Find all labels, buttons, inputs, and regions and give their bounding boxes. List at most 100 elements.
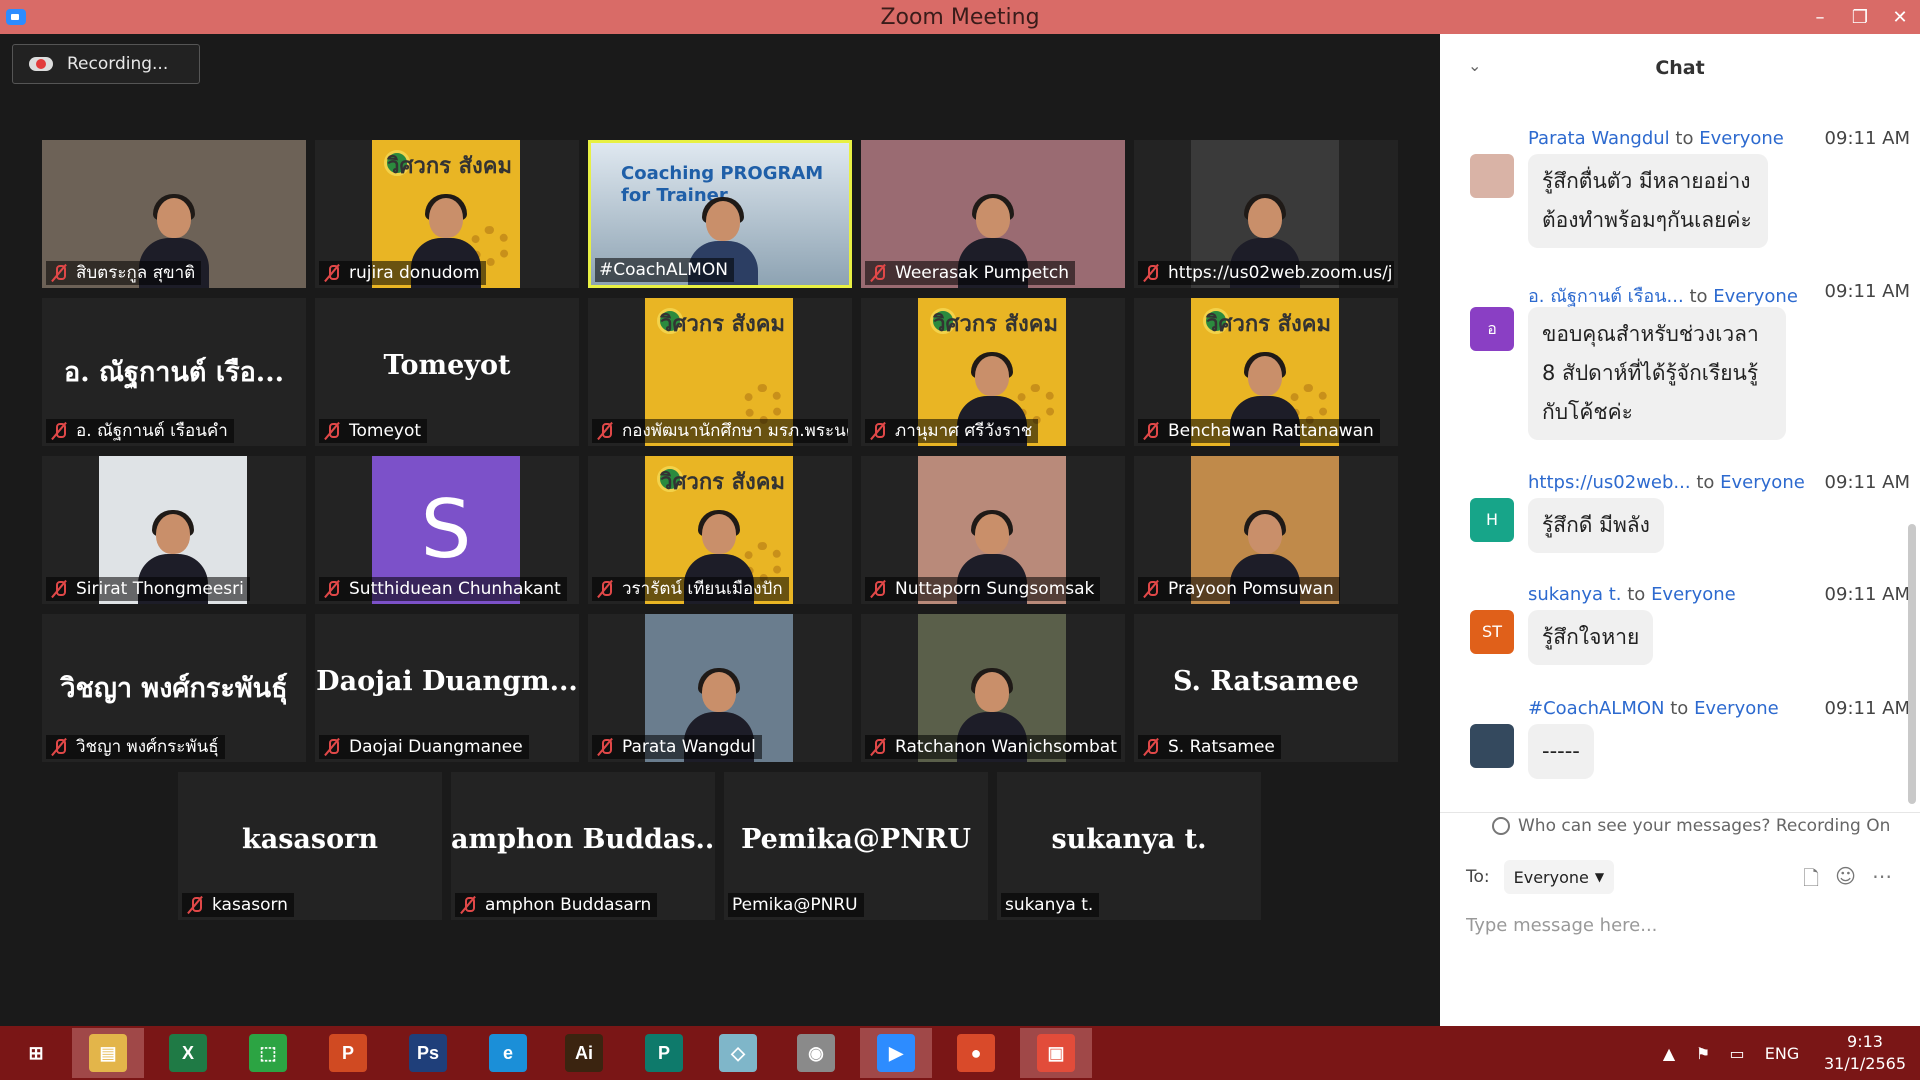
taskbar-zoom[interactable]: ▶ (860, 1028, 932, 1078)
message-bubble[interactable]: รู้สึกใจหาย (1528, 610, 1654, 665)
recording-indicator[interactable]: Recording... (12, 44, 200, 84)
to-label: To: (1466, 867, 1490, 887)
action-center-flag-icon[interactable]: ⚑ (1686, 1044, 1720, 1063)
sender-name[interactable]: #CoachALMON (1528, 698, 1665, 719)
participant-name-label: ภานุมาศ ศรีวังราช (865, 419, 1039, 443)
poster-text: วิศวกร สังคม (387, 153, 512, 179)
participant-tile[interactable]: Nuttaporn Sungsomsak (861, 456, 1125, 604)
recipient-name[interactable]: Everyone (1699, 128, 1784, 149)
taskbar-start[interactable]: ⊞ (0, 1028, 72, 1078)
participant-tile[interactable]: https://us02web.zoom.us/j... (1134, 140, 1398, 288)
participant-tile[interactable]: kasasorn kasasorn (178, 772, 442, 920)
avatar[interactable]: อ (1470, 307, 1514, 351)
participant-name-label: กองพัฒนานักศึกษา มรภ.พระนคร (592, 419, 848, 443)
participant-tile[interactable]: Ratchanon Wanichsombat (861, 614, 1125, 762)
tray-chevron-icon[interactable]: ▲ (1652, 1044, 1686, 1063)
taskbar-photoscape[interactable]: ◉ (780, 1028, 852, 1078)
participant-tile[interactable]: amphon Buddas... amphon Buddasarn (451, 772, 715, 920)
participant-name: Parata Wangdul (622, 737, 756, 757)
taskbar-excel[interactable]: X (152, 1028, 224, 1078)
participant-tile[interactable]: Prayoon Pomsuwan (1134, 456, 1398, 604)
participant-tile[interactable]: Pemika@PNRU Pemika@PNRU (724, 772, 988, 920)
participant-name-label: #CoachALMON (595, 258, 734, 282)
message-bubble[interactable]: ----- (1528, 724, 1594, 779)
participant-tile[interactable]: S Sutthiduean Chunhakant (315, 456, 579, 604)
participant-tile[interactable]: วิศวกร สังคมวรารัตน์ เทียนเมืองปัก (588, 456, 852, 604)
participant-tile[interactable]: Daojai Duangm... Daojai Duangmanee (315, 614, 579, 762)
publisher-icon: P (645, 1034, 683, 1072)
taskbar-store[interactable]: ⬚ (232, 1028, 304, 1078)
recipient-name[interactable]: Everyone (1694, 698, 1779, 719)
avatar[interactable]: H (1470, 498, 1514, 542)
start-icon: ⊞ (17, 1034, 55, 1072)
sender-name[interactable]: Parata Wangdul (1528, 128, 1670, 149)
sender-name[interactable]: อ. ณัฐกานต์ เรือน... (1528, 286, 1684, 307)
chrome-icon: ● (957, 1034, 995, 1072)
participant-tile[interactable]: Parata Wangdul (588, 614, 852, 762)
participant-name-label: amphon Buddasarn (455, 893, 658, 917)
participant-tile[interactable]: วิศวกร สังคม rujira donudom (315, 140, 579, 288)
participant-tile[interactable]: วิศวกร สังคม Benchawan Rattanawan (1134, 298, 1398, 446)
participant-tile[interactable]: Tomeyot Tomeyot (315, 298, 579, 446)
taskbar-presentation[interactable]: ▣ (1020, 1028, 1092, 1078)
privacy-note-text: Who can see your messages? Recording On (1518, 816, 1891, 836)
taskbar-internet-explorer[interactable]: e (472, 1028, 544, 1078)
language-indicator[interactable]: ENG (1754, 1044, 1810, 1063)
minimize-button[interactable]: – (1800, 0, 1840, 34)
taskbar-powerpoint[interactable]: P (312, 1028, 384, 1078)
avatar[interactable] (1470, 154, 1514, 198)
avatar[interactable] (1470, 724, 1514, 768)
participant-name: วรารัตน์ เทียนเมืองปัก (622, 579, 783, 599)
taskbar-file-explorer[interactable]: ▤ (72, 1028, 144, 1078)
taskbar-publisher[interactable]: P (628, 1028, 700, 1078)
poster-text: วิศวกร สังคม (660, 469, 785, 495)
taskbar-illustrator[interactable]: Ai (548, 1028, 620, 1078)
participant-name: kasasorn (212, 895, 288, 915)
zoom-app-icon (6, 9, 26, 25)
close-button[interactable]: ✕ (1880, 0, 1920, 34)
recipient-dropdown[interactable]: Everyone ▼ (1503, 860, 1615, 894)
message-header: อ. ณัฐกานต์ เรือน... to Everyone (1528, 281, 1798, 310)
participant-tile[interactable]: วิศวกร สังคม ภานุมาศ ศรีวังราช (861, 298, 1125, 446)
sender-name[interactable]: sukanya t. (1528, 584, 1622, 605)
network-icon[interactable]: ▭ (1720, 1044, 1754, 1063)
taskbar-photoshop[interactable]: Ps (392, 1028, 464, 1078)
photoscape-icon: ◉ (797, 1034, 835, 1072)
muted-mic-icon (869, 737, 887, 757)
participant-name: rujira donudom (349, 263, 480, 283)
participant-tile[interactable]: S. Ratsamee S. Ratsamee (1134, 614, 1398, 762)
taskbar-chrome[interactable]: ● (940, 1028, 1012, 1078)
message-bubble[interactable]: รู้สึกดี มีพลัง (1528, 498, 1664, 553)
chevron-down-icon[interactable]: ⌄ (1468, 56, 1481, 75)
message-header: https://us02web... to Everyone (1528, 472, 1805, 493)
taskbar-eraser[interactable]: ◇ (702, 1028, 774, 1078)
chat-scrollbar[interactable] (1908, 524, 1916, 804)
participant-name-label: อ. ณัฐกานต์ เรือนคำ (46, 419, 234, 443)
emoji-icon[interactable]: ☺ (1835, 864, 1856, 898)
participant-tile[interactable]: สิบตระกูล สุขาติ (42, 140, 306, 288)
sender-name[interactable]: https://us02web... (1528, 472, 1691, 493)
avatar[interactable]: ST (1470, 610, 1514, 654)
recipient-name[interactable]: Everyone (1713, 286, 1798, 307)
recipient-name[interactable]: Everyone (1720, 472, 1805, 493)
participant-name-label: Sirirat Thongmeesri (46, 577, 250, 601)
file-icon[interactable]: 🗋 (1803, 864, 1819, 898)
participant-tile[interactable]: วิศวกร สังคม กองพัฒนานักศึกษา มรภ.พระนคร (588, 298, 852, 446)
participant-tile[interactable]: อ. ณัฐกานต์ เรือ... อ. ณัฐกานต์ เรือนคำ (42, 298, 306, 446)
to-word: to (1689, 286, 1708, 307)
muted-mic-icon (50, 737, 68, 757)
participant-tile[interactable]: Coaching PROGRAM for Trainer #CoachALMON (588, 140, 852, 288)
muted-mic-icon (869, 579, 887, 599)
participant-tile[interactable]: Weerasak Pumpetch (861, 140, 1125, 288)
clock[interactable]: 9:13 31/1/2565 (1810, 1031, 1920, 1075)
restore-button[interactable]: ❐ (1840, 0, 1880, 34)
recipient-name[interactable]: Everyone (1651, 584, 1736, 605)
message-input[interactable] (1466, 908, 1886, 942)
privacy-note[interactable]: Who can see your messages? Recording On (1492, 816, 1890, 836)
participant-tile[interactable]: วิชญา พงศ์กระพันธุ์ วิชญา พงศ์กระพันธุ์ (42, 614, 306, 762)
more-icon[interactable]: ⋯ (1872, 864, 1892, 898)
participant-tile[interactable]: sukanya t. sukanya t. (997, 772, 1261, 920)
message-bubble[interactable]: รู้สึกตื่นตัว มีหลายอย่างต้องทำพร้อมๆกัน… (1528, 154, 1768, 248)
participant-tile[interactable]: Sirirat Thongmeesri (42, 456, 306, 604)
message-bubble[interactable]: ขอบคุณสำหรับช่วงเวลา 8 สัปดาห์ที่ได้รู้จ… (1528, 307, 1786, 440)
